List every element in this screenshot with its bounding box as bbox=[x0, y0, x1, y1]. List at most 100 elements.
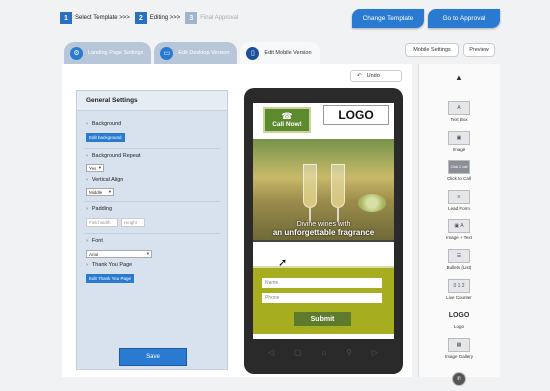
step-2-label: Editing >>> bbox=[149, 15, 181, 21]
tab-label: Edit Mobile Version bbox=[264, 50, 312, 56]
panel-title: General Settings bbox=[77, 91, 227, 111]
widget-label: Bullets (List) bbox=[446, 264, 472, 270]
field-width-input[interactable]: Field width bbox=[86, 218, 118, 227]
counter-icon: 0 1 2 bbox=[448, 278, 470, 293]
widget-label: Lead Form bbox=[448, 205, 470, 211]
name-field[interactable]: Name bbox=[262, 278, 382, 288]
step-3-label: Final Approval bbox=[200, 15, 239, 21]
hero-line-2: an unforgettable fragrance bbox=[272, 228, 375, 237]
editor-tabs: ⚙ Landing Page Settings ▭ Edit Desktop V… bbox=[64, 42, 320, 64]
phone-icon: ☎ bbox=[281, 111, 293, 121]
tab-label: Landing Page Settings bbox=[88, 50, 144, 56]
submit-button[interactable]: Submit bbox=[294, 312, 351, 326]
text-box-icon: A bbox=[448, 101, 470, 115]
widget-label: Live Counter bbox=[446, 294, 472, 300]
font-label: Font bbox=[86, 238, 103, 244]
widget-label: Text Box bbox=[450, 117, 468, 122]
widget-click-to-call[interactable]: Click 2 call Click to Call bbox=[430, 154, 488, 181]
thank-you-page-label: Thank You Page bbox=[86, 262, 132, 268]
widget-lead-form[interactable]: ≡ Lead Form bbox=[430, 184, 488, 211]
grapes-image bbox=[358, 194, 386, 212]
phone-field[interactable]: Phone bbox=[262, 293, 382, 303]
mobile-icon: ▯ bbox=[246, 46, 260, 60]
wine-glass-stem bbox=[337, 208, 339, 222]
divider bbox=[84, 201, 220, 202]
general-settings-panel: General Settings bbox=[76, 90, 228, 370]
scroll-up-chevron-icon[interactable]: ▲ bbox=[418, 68, 500, 86]
back-icon: ◁ bbox=[268, 348, 275, 357]
widget-label: Image + Text bbox=[446, 235, 472, 241]
select-value: Arial bbox=[89, 251, 99, 257]
square-icon: ▢ bbox=[294, 348, 302, 357]
mouse-cursor-icon: ➚ bbox=[278, 257, 288, 269]
search-icon: ⚲ bbox=[346, 348, 352, 357]
widget-text-box[interactable]: A Text Box bbox=[430, 95, 488, 122]
undo-icon: ↶ bbox=[357, 73, 362, 79]
wine-glass-stem bbox=[309, 208, 311, 222]
monitor-icon: ▭ bbox=[160, 46, 174, 60]
call-now-label: Call Now! bbox=[272, 121, 302, 128]
home-icon: ⌂ bbox=[321, 348, 327, 357]
widget-live-counter[interactable]: 0 1 2 Live Counter bbox=[430, 273, 488, 300]
undo-button[interactable]: ↶ Undo bbox=[350, 70, 402, 82]
widget-image-text[interactable]: ▣ A Image + Text bbox=[430, 213, 488, 240]
gallery-icon: ▦ bbox=[448, 337, 470, 352]
divider bbox=[84, 148, 220, 149]
mobile-settings-button[interactable]: Mobile Settings bbox=[405, 43, 459, 57]
tab-label: Edit Desktop Version bbox=[178, 50, 230, 56]
font-select[interactable]: Arial ▾ bbox=[86, 250, 152, 258]
divider bbox=[84, 233, 220, 234]
hero-line-1: Divine wines with bbox=[296, 221, 351, 228]
bullets-icon: ☰ bbox=[448, 248, 470, 263]
widget-label: Image bbox=[452, 146, 466, 152]
phone-nav-bar: ◁ ▢ ⌂ ⚲ ▷ bbox=[268, 348, 378, 357]
step-1-label: Select Template >>> bbox=[75, 15, 130, 21]
chevron-down-icon: ▾ bbox=[98, 165, 101, 170]
click-to-call-block[interactable]: ☎ Call Now! bbox=[263, 107, 311, 133]
step-1-number: 1 bbox=[60, 12, 72, 24]
image-icon: ▣ bbox=[448, 130, 470, 145]
logo-block[interactable]: LOGO bbox=[323, 105, 389, 125]
tab-edit-desktop-version[interactable]: ▭ Edit Desktop Version bbox=[154, 42, 238, 64]
vertical-align-select[interactable]: Middle ▾ bbox=[86, 188, 114, 196]
click-to-call-icon: Click 2 call bbox=[448, 160, 470, 175]
widget-logo[interactable]: LOGO Logo bbox=[430, 302, 488, 330]
chevron-down-icon: ▾ bbox=[108, 189, 111, 194]
select-value: Yes bbox=[89, 165, 97, 171]
hero-text: Divine wines with an unforgettable fragr… bbox=[253, 221, 394, 237]
widget-label: Logo bbox=[453, 324, 464, 330]
step-2-number: 2 bbox=[134, 12, 147, 24]
wine-glass-image bbox=[303, 164, 317, 208]
widget-label: Click to Call bbox=[447, 176, 471, 182]
tab-edit-mobile-version[interactable]: ▯ Edit Mobile Version bbox=[240, 42, 320, 64]
tab-landing-page-settings[interactable]: ⚙ Landing Page Settings bbox=[64, 42, 152, 64]
wizard-steps: 1 Select Template >>> 2 Editing >>> 3 Fi… bbox=[60, 12, 240, 24]
edit-thank-you-page-button[interactable]: Edit Thank You Page bbox=[86, 274, 134, 283]
widgets-list: A Text Box ▣ Image Click 2 call Click to… bbox=[430, 95, 488, 391]
widget-image[interactable]: ▣ Image bbox=[430, 125, 488, 152]
save-button[interactable]: Save bbox=[119, 348, 187, 366]
widget-whatsapp[interactable]: ✆ bbox=[430, 361, 488, 388]
edit-background-button[interactable]: Edit background bbox=[86, 133, 125, 142]
forward-icon: ▷ bbox=[371, 348, 378, 357]
mobile-preview-screen: ☎ Call Now! LOGO Divine wines with an un… bbox=[253, 103, 394, 339]
logo-icon: LOGO bbox=[448, 311, 470, 319]
background-label: Background bbox=[86, 121, 121, 127]
widget-bullets-list[interactable]: ☰ Bullets (List) bbox=[430, 243, 488, 270]
hero-image[interactable]: Divine wines with an unforgettable fragr… bbox=[253, 139, 394, 242]
preview-button[interactable]: Preview bbox=[463, 43, 495, 57]
lead-form: Name Phone Submit bbox=[253, 266, 394, 334]
gear-icon: ⚙ bbox=[70, 46, 83, 60]
height-input[interactable]: Height bbox=[121, 218, 145, 227]
go-to-approval-button[interactable]: Go to Approval bbox=[428, 9, 500, 28]
lead-form-icon: ≡ bbox=[448, 189, 470, 204]
widget-image-gallery[interactable]: ▦ Image Gallery bbox=[430, 332, 488, 359]
vertical-align-label: Vertical Align bbox=[86, 177, 124, 183]
background-repeat-select[interactable]: Yes ▾ bbox=[86, 164, 104, 172]
change-template-button[interactable]: Change Template bbox=[352, 9, 424, 28]
wine-glass-image bbox=[331, 164, 345, 208]
widget-label: Image Gallery bbox=[444, 353, 473, 359]
padding-label: Padding bbox=[86, 206, 112, 212]
image-text-icon: ▣ A bbox=[448, 219, 470, 234]
chevron-down-icon: ▾ bbox=[146, 251, 149, 256]
